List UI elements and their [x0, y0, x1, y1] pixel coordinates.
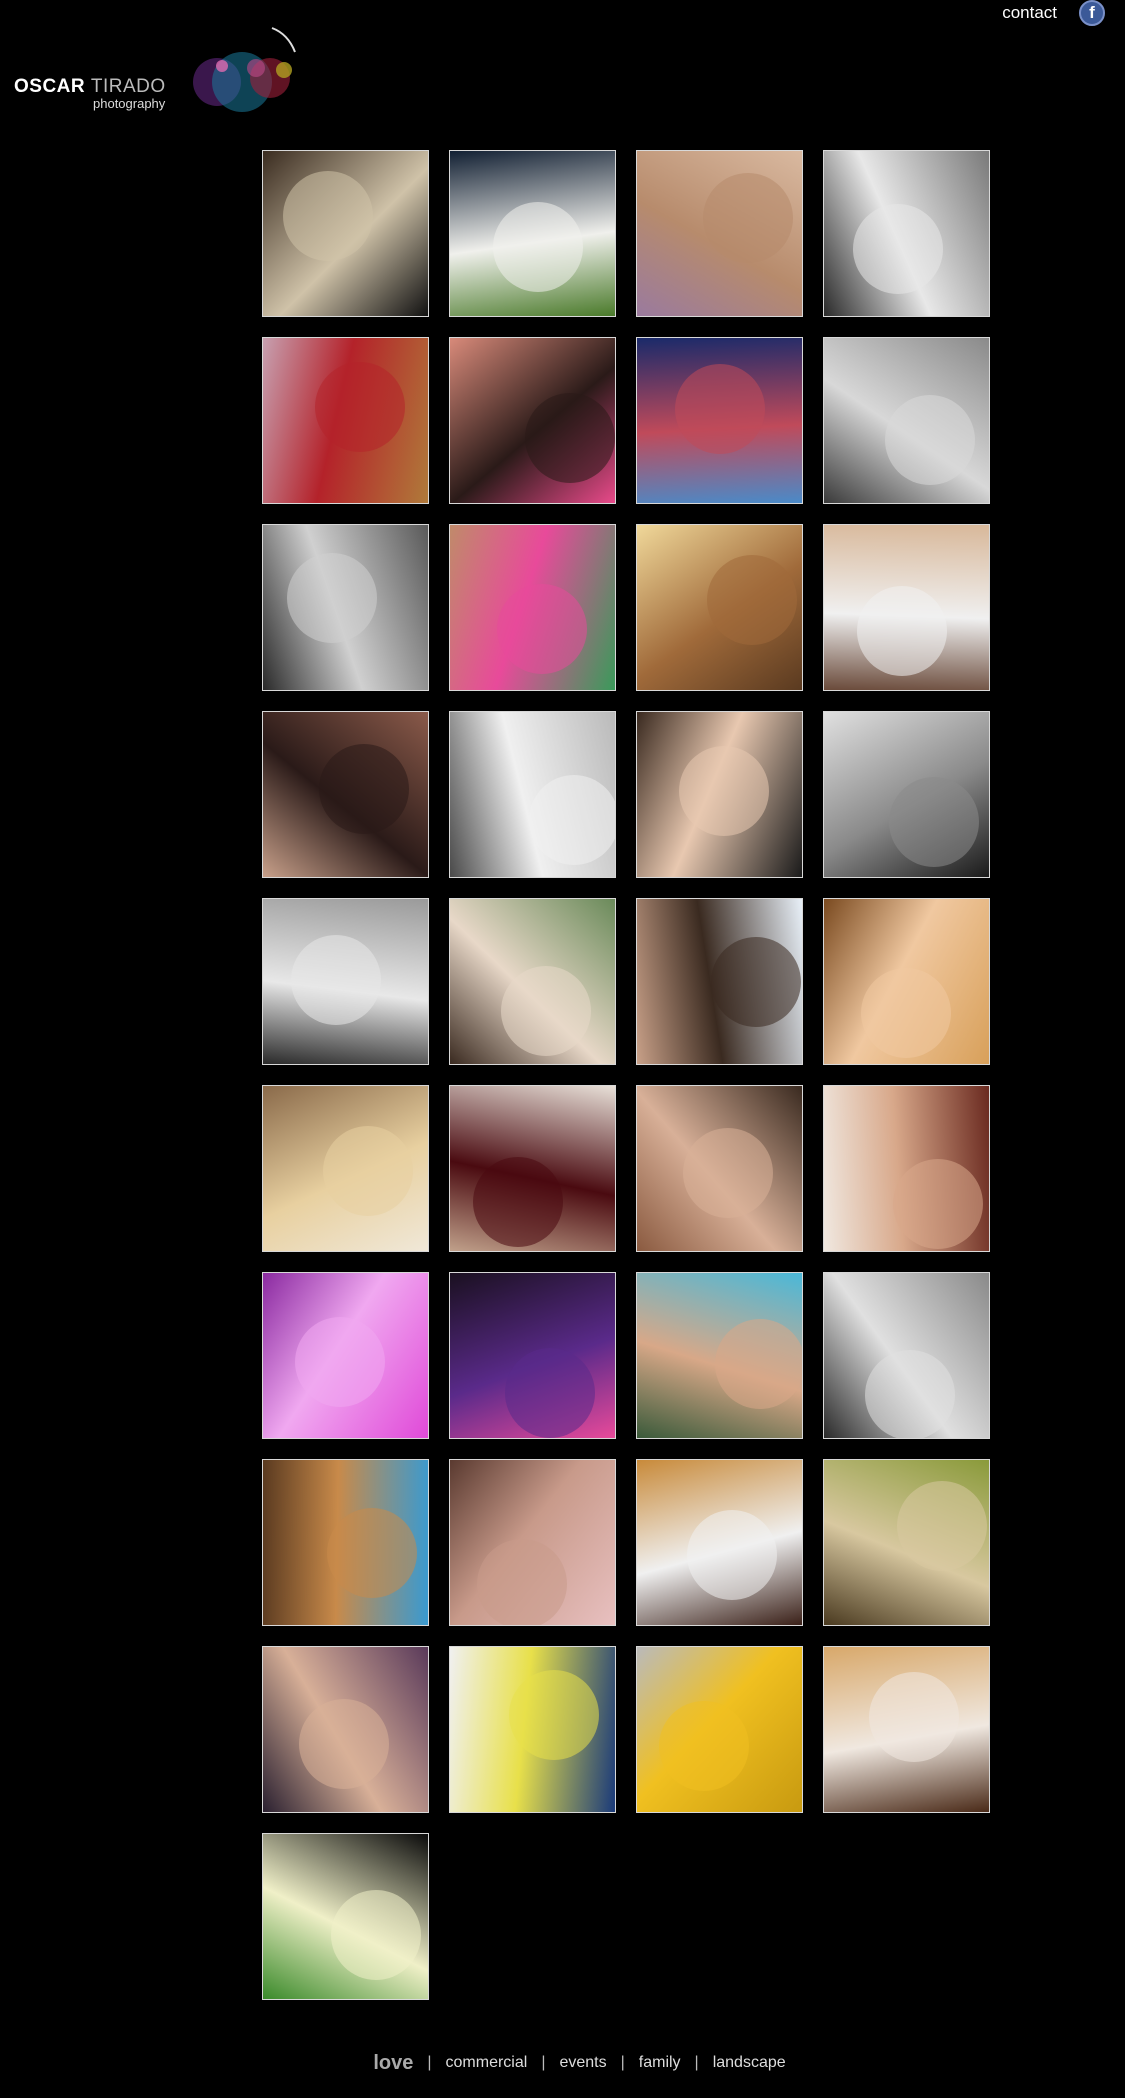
thumb-tone: [319, 744, 409, 834]
thumb-tone: [679, 746, 769, 836]
gallery-thumb-boutonniere-white-rose[interactable]: [449, 150, 616, 317]
thumb-tone: [295, 1317, 385, 1407]
gallery-thumb-pink-shades-hat[interactable]: [449, 524, 616, 691]
logo-wordmark: OSCAR TIRADO: [14, 76, 166, 98]
nav-link-love[interactable]: love: [359, 2052, 427, 2075]
nav-link-commercial[interactable]: commercial: [432, 2054, 542, 2072]
thumb-tone: [889, 777, 979, 867]
gallery-thumb-pink-shoe[interactable]: [262, 1272, 429, 1439]
thumb-tone: [659, 1701, 749, 1791]
nav-link-events[interactable]: events: [545, 2054, 620, 2072]
thumb-tone: [327, 1508, 417, 1598]
thumb-tone: [493, 202, 583, 292]
logo-first-name: OSCAR: [14, 76, 86, 97]
thumb-tone: [675, 364, 765, 454]
gallery-thumb-woman-screaming-phone[interactable]: [262, 1646, 429, 1813]
thumb-tone: [885, 395, 975, 485]
photo-gallery: [262, 150, 992, 2000]
gallery-thumb-couple-embrace-warm[interactable]: [823, 1646, 990, 1813]
gallery-thumb-blonde-bride[interactable]: [262, 1085, 429, 1252]
thumb-tone: [857, 586, 947, 676]
thumb-tone: [861, 968, 951, 1058]
thumb-tone: [323, 1126, 413, 1216]
thumb-tone: [893, 1159, 983, 1249]
gallery-thumb-laughing-couple[interactable]: [636, 1459, 803, 1626]
gallery-thumb-close-kiss[interactable]: [449, 1459, 616, 1626]
thumb-tone: [477, 1539, 567, 1625]
gallery-thumb-couple-kiss-beach[interactable]: [823, 524, 990, 691]
gallery-thumb-bw-couple-smile[interactable]: [262, 524, 429, 691]
gallery-thumb-woman-dark-hair[interactable]: [262, 711, 429, 878]
nav-link-landscape[interactable]: landscape: [699, 2054, 800, 2072]
thumb-tone: [283, 171, 373, 261]
thumb-tone: [287, 553, 377, 643]
thumb-tone: [299, 1699, 389, 1789]
thumb-tone: [869, 1672, 959, 1762]
thumb-tone: [897, 1481, 987, 1571]
thumb-tone: [703, 173, 793, 263]
gallery-thumb-flowers-blue-night[interactable]: [636, 337, 803, 504]
gallery-thumb-bw-bride-veil[interactable]: [823, 711, 990, 878]
facebook-icon[interactable]: f: [1079, 0, 1105, 26]
gallery-thumb-hands-pocket-square[interactable]: [636, 150, 803, 317]
site-logo[interactable]: OSCAR TIRADO photography: [12, 20, 302, 120]
gallery-thumb-vineyard-couple[interactable]: [823, 1459, 990, 1626]
gallery-thumb-rings-yellow-flowers[interactable]: [636, 1646, 803, 1813]
gallery-thumb-woman-veil-laugh[interactable]: [823, 898, 990, 1065]
contact-link[interactable]: contact: [1002, 3, 1057, 23]
thumb-tone: [525, 393, 615, 483]
gallery-thumb-dark-dance-neon[interactable]: [449, 1272, 616, 1439]
gallery-thumb-couple-glasses[interactable]: [449, 898, 616, 1065]
gallery-thumb-bride-with-fan[interactable]: [449, 337, 616, 504]
gallery-thumb-father-daughter[interactable]: [636, 898, 803, 1065]
gallery-thumb-bw-hat-shadow[interactable]: [823, 150, 990, 317]
thumb-tone: [711, 937, 801, 1027]
thumb-tone: [853, 204, 943, 294]
thumb-tone: [707, 555, 797, 645]
gallery-thumb-bw-elder-couple[interactable]: [262, 898, 429, 1065]
gallery-thumb-couple-cheek-kiss[interactable]: [636, 711, 803, 878]
gallery-thumb-bw-couple-outdoor[interactable]: [823, 1272, 990, 1439]
gallery-thumb-bridesmaids[interactable]: [823, 1085, 990, 1252]
thumb-tone: [501, 966, 591, 1056]
gallery-thumb-yellow-white-bouquet[interactable]: [449, 1646, 616, 1813]
gallery-thumb-white-rose-boutonniere[interactable]: [262, 1833, 429, 2000]
thumb-tone: [473, 1157, 563, 1247]
thumb-tone: [331, 1890, 421, 1980]
gallery-thumb-champagne-toast[interactable]: [262, 150, 429, 317]
thumb-tone: [683, 1128, 773, 1218]
logo-subtitle: photography: [93, 96, 166, 111]
category-nav: love | commercial | events | family | landscape: [0, 2048, 1125, 2078]
thumb-tone: [715, 1319, 802, 1409]
thumb-tone: [687, 1510, 777, 1600]
gallery-thumb-bw-laughing-woman[interactable]: [823, 337, 990, 504]
gallery-thumb-bride-blue-veil[interactable]: [262, 1459, 429, 1626]
thumb-tone: [497, 584, 587, 674]
gallery-thumb-bw-portrait-eyes[interactable]: [449, 711, 616, 878]
logo-last-name: TIRADO: [90, 76, 166, 97]
thumb-tone: [315, 362, 405, 452]
thumb-tone: [865, 1350, 955, 1438]
thumb-tone: [291, 935, 381, 1025]
gallery-thumb-hands-rings-sky[interactable]: [636, 1272, 803, 1439]
top-nav: contact f: [1002, 0, 1105, 26]
gallery-thumb-sunset-silhouette[interactable]: [636, 524, 803, 691]
thumb-tone: [529, 775, 615, 865]
nav-link-family[interactable]: family: [625, 2054, 695, 2072]
thumb-tone: [509, 1670, 599, 1760]
gallery-thumb-red-rose-bouquet[interactable]: [262, 337, 429, 504]
lens-flare-logo-icon: [193, 27, 296, 112]
gallery-thumb-red-wine-toast[interactable]: [449, 1085, 616, 1252]
thumb-tone: [505, 1348, 595, 1438]
gallery-thumb-two-brides-closeup[interactable]: [636, 1085, 803, 1252]
